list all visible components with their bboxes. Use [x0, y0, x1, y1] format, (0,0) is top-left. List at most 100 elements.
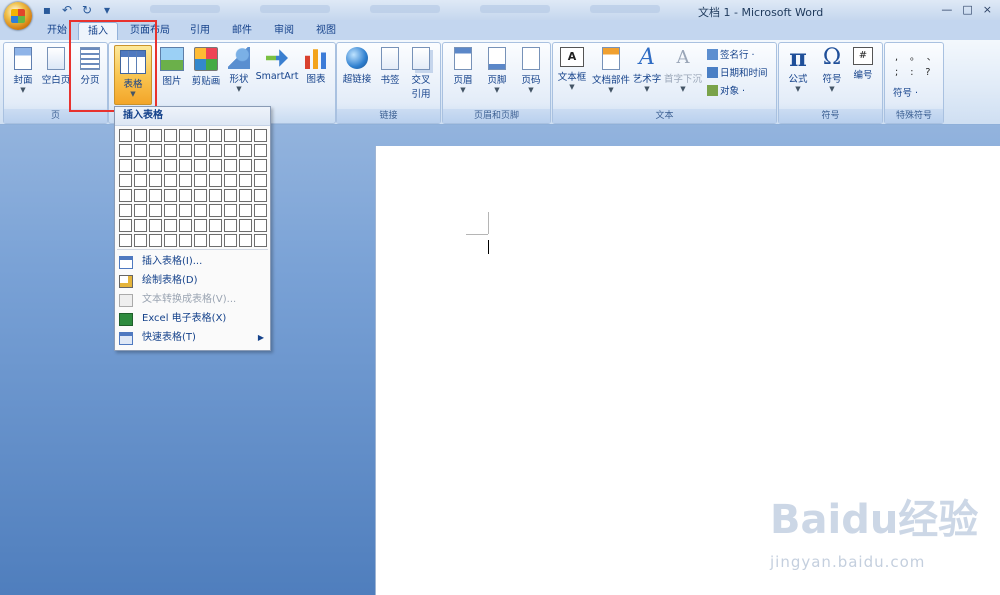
grid-cell[interactable] — [239, 234, 252, 247]
grid-cell[interactable] — [254, 189, 267, 202]
grid-cell[interactable] — [239, 174, 252, 187]
grid-cell[interactable] — [134, 144, 147, 157]
grid-cell[interactable] — [179, 204, 192, 217]
page-number-button[interactable]: 页码 ▼ — [517, 47, 545, 94]
bookmark-button[interactable]: 书签 — [377, 47, 403, 86]
grid-cell[interactable] — [254, 129, 267, 142]
grid-cell[interactable] — [149, 144, 162, 157]
grid-cell[interactable] — [119, 219, 132, 232]
grid-cell[interactable] — [239, 129, 252, 142]
grid-cell[interactable] — [179, 219, 192, 232]
grid-cell[interactable] — [119, 234, 132, 247]
grid-cell[interactable] — [194, 189, 207, 202]
hyperlink-button[interactable]: 超链接 — [341, 47, 373, 85]
tab-view[interactable]: 视图 — [310, 22, 342, 40]
grid-cell[interactable] — [209, 204, 222, 217]
undo-icon[interactable]: ↶ — [60, 3, 74, 17]
grid-cell[interactable] — [254, 144, 267, 157]
tab-references[interactable]: 引用 — [184, 22, 216, 40]
grid-cell[interactable] — [209, 174, 222, 187]
grid-cell[interactable] — [134, 204, 147, 217]
grid-cell[interactable] — [164, 174, 177, 187]
signature-line-button[interactable]: 签名行 · — [707, 47, 755, 61]
grid-cell[interactable] — [254, 174, 267, 187]
grid-cell[interactable] — [164, 129, 177, 142]
grid-cell[interactable] — [119, 189, 132, 202]
drop-cap-button[interactable]: A 首字下沉 ▼ — [663, 47, 703, 93]
header-button[interactable]: 页眉 ▼ — [449, 47, 477, 94]
customize-qat-icon[interactable]: ▾ — [100, 3, 114, 17]
table-size-grid[interactable] — [119, 129, 268, 248]
grid-cell[interactable] — [239, 159, 252, 172]
grid-cell[interactable] — [119, 174, 132, 187]
maximize-button[interactable]: □ — [962, 3, 972, 16]
picture-button[interactable]: 图片 — [159, 47, 185, 87]
special-marks-row1[interactable]: ,。、 — [895, 49, 948, 63]
grid-cell[interactable] — [209, 189, 222, 202]
grid-cell[interactable] — [119, 159, 132, 172]
office-button[interactable] — [4, 2, 32, 30]
grid-cell[interactable] — [179, 234, 192, 247]
grid-cell[interactable] — [179, 144, 192, 157]
tab-review[interactable]: 审阅 — [268, 22, 300, 40]
grid-cell[interactable] — [254, 204, 267, 217]
grid-cell[interactable] — [224, 234, 237, 247]
footer-button[interactable]: 页脚 ▼ — [483, 47, 511, 94]
grid-cell[interactable] — [194, 219, 207, 232]
grid-cell[interactable] — [149, 174, 162, 187]
clipart-button[interactable]: 剪贴画 — [189, 47, 223, 87]
grid-cell[interactable] — [224, 189, 237, 202]
grid-cell[interactable] — [164, 159, 177, 172]
cover-page-button[interactable]: 封面 ▼ — [8, 47, 38, 94]
grid-cell[interactable] — [194, 144, 207, 157]
grid-cell[interactable] — [194, 159, 207, 172]
grid-cell[interactable] — [239, 189, 252, 202]
grid-cell[interactable] — [194, 129, 207, 142]
grid-cell[interactable] — [134, 219, 147, 232]
menu-item-convert-text[interactable]: 文本转换成表格(V)... — [115, 290, 270, 309]
equation-button[interactable]: π 公式 ▼ — [783, 46, 813, 94]
grid-cell[interactable] — [134, 129, 147, 142]
menu-item-insert-table[interactable]: 插入表格(I)... — [115, 252, 270, 271]
grid-cell[interactable] — [224, 144, 237, 157]
wordart-button[interactable]: A 艺术字 ▼ — [631, 47, 663, 94]
cross-reference-button[interactable]: 交叉 引用 — [407, 47, 435, 100]
grid-cell[interactable] — [194, 204, 207, 217]
grid-cell[interactable] — [224, 204, 237, 217]
menu-item-draw-table[interactable]: 绘制表格(D) — [115, 271, 270, 290]
menu-item-quick-tables[interactable]: 快速表格(T) ▶ — [115, 328, 270, 347]
object-button[interactable]: 对象 · — [707, 83, 745, 97]
close-button[interactable]: × — [983, 3, 992, 16]
grid-cell[interactable] — [179, 129, 192, 142]
grid-cell[interactable] — [119, 144, 132, 157]
grid-cell[interactable] — [179, 159, 192, 172]
grid-cell[interactable] — [209, 144, 222, 157]
grid-cell[interactable] — [149, 204, 162, 217]
grid-cell[interactable] — [239, 144, 252, 157]
symbol-button[interactable]: Ω 符号 ▼ — [817, 47, 847, 94]
grid-cell[interactable] — [254, 219, 267, 232]
grid-cell[interactable] — [209, 234, 222, 247]
grid-cell[interactable] — [239, 204, 252, 217]
grid-cell[interactable] — [254, 159, 267, 172]
grid-cell[interactable] — [254, 234, 267, 247]
menu-item-excel-spreadsheet[interactable]: Excel 电子表格(X) — [115, 309, 270, 328]
textbox-button[interactable]: A 文本框 ▼ — [555, 47, 589, 91]
quick-parts-button[interactable]: 文档部件 ▼ — [591, 47, 631, 94]
grid-cell[interactable] — [149, 129, 162, 142]
grid-cell[interactable] — [164, 144, 177, 157]
grid-cell[interactable] — [179, 189, 192, 202]
grid-cell[interactable] — [134, 174, 147, 187]
chart-button[interactable]: 图表 — [303, 47, 329, 85]
blank-page-button[interactable]: 空白页 — [40, 47, 72, 86]
special-marks-row2[interactable]: ;:? — [895, 67, 942, 78]
special-symbol-dropdown[interactable]: 符号 · — [893, 85, 918, 99]
grid-cell[interactable] — [134, 189, 147, 202]
grid-cell[interactable] — [119, 204, 132, 217]
grid-cell[interactable] — [209, 129, 222, 142]
grid-cell[interactable] — [179, 174, 192, 187]
tab-mailings[interactable]: 邮件 — [226, 22, 258, 40]
grid-cell[interactable] — [224, 159, 237, 172]
grid-cell[interactable] — [224, 219, 237, 232]
smartart-button[interactable]: SmartArt — [255, 47, 299, 82]
